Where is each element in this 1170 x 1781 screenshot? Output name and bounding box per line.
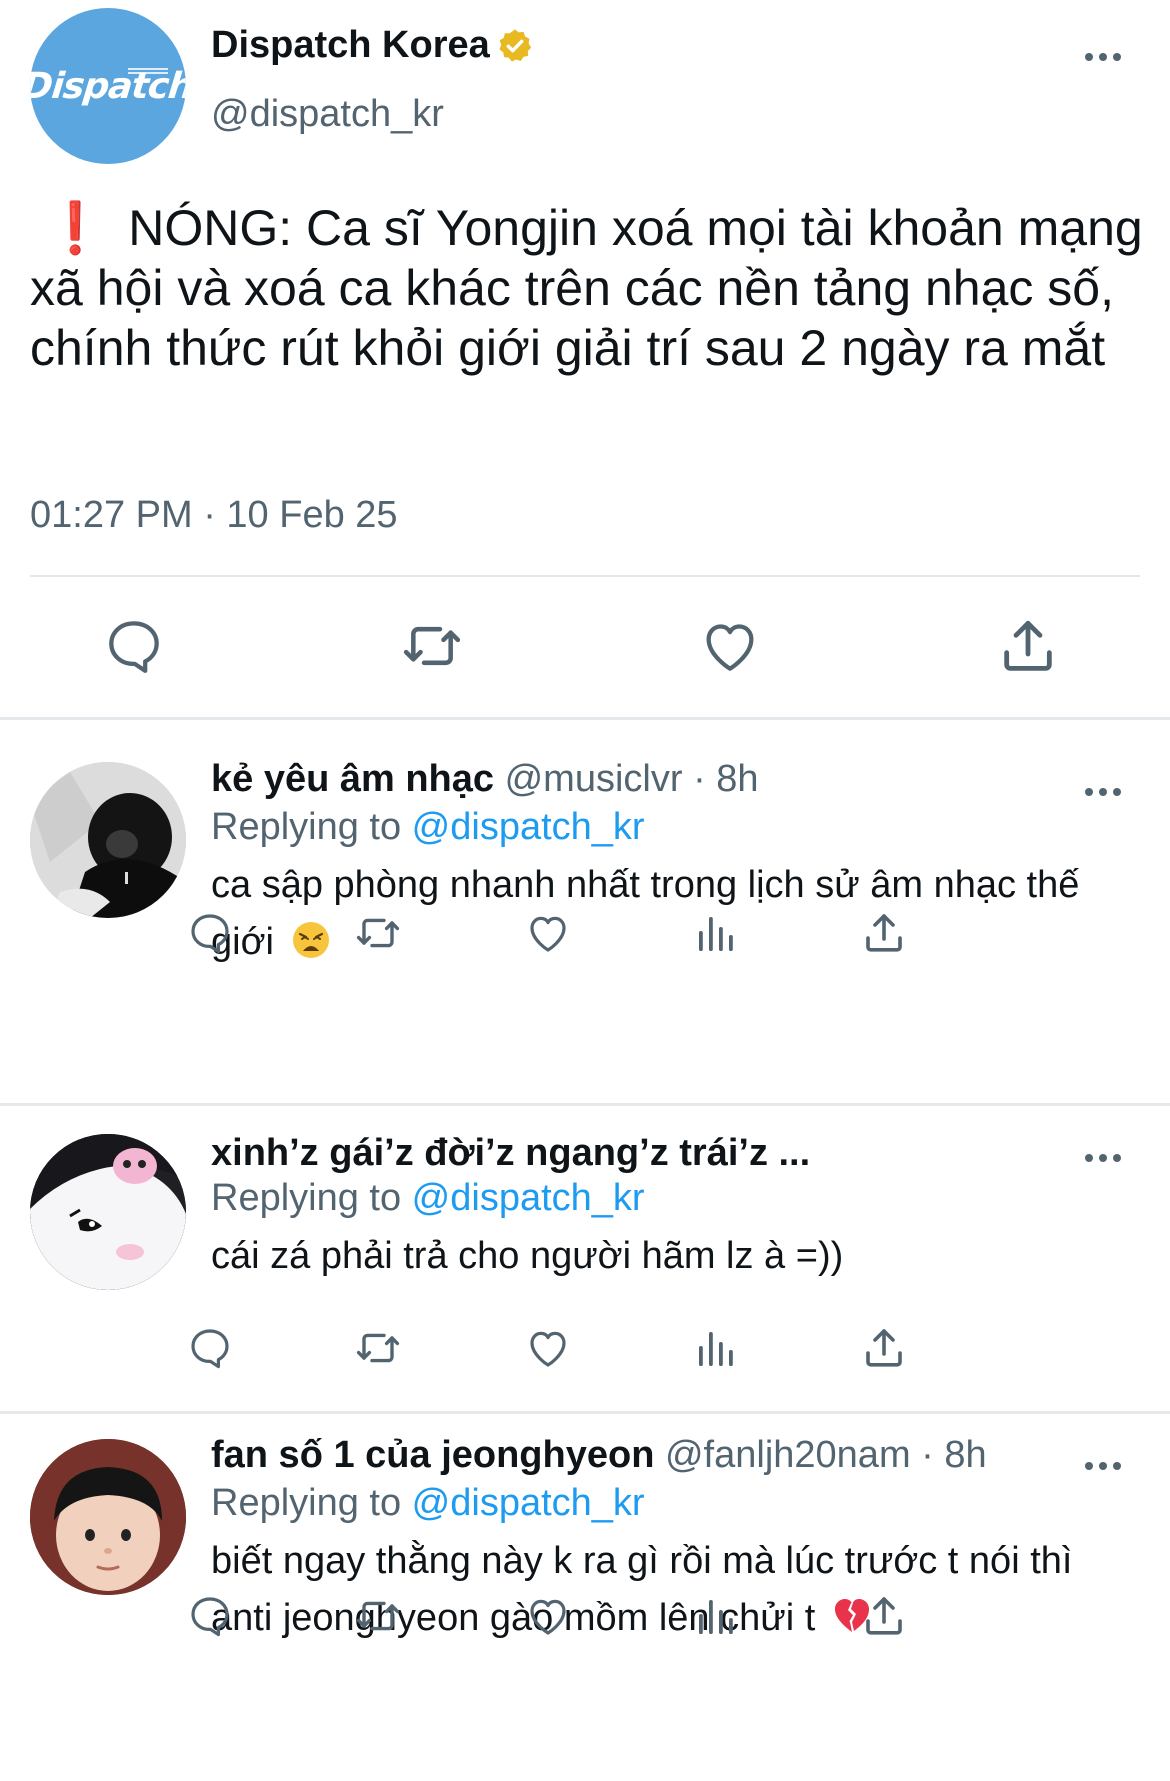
reply-header: kẻ yêu âm nhạc @musiclvr · 8h: [211, 758, 759, 801]
views-icon[interactable]: [692, 1592, 740, 1640]
avatar[interactable]: Dispatch: [30, 8, 186, 164]
replying-to: Replying to @dispatch_kr: [211, 1482, 645, 1525]
author-handle[interactable]: @dispatch_kr: [211, 93, 444, 136]
reply-text: cái zá phải trả cho người hãm lz à =)): [211, 1228, 1111, 1285]
verified-badge-icon: [499, 28, 531, 62]
share-icon[interactable]: [996, 614, 1060, 678]
share-icon[interactable]: [860, 1592, 908, 1640]
replying-to: Replying to @dispatch_kr: [211, 1177, 645, 1220]
reply-handle-time[interactable]: @fanljh20nam · 8h: [665, 1434, 987, 1476]
replying-label: Replying to: [211, 1177, 412, 1219]
reply-body: biết ngay thằng này k ra gì rồi mà lúc t…: [211, 1540, 1073, 1639]
tweet-body: NÓNG: Ca sĩ Yongjin xoá mọi tài khoản mạ…: [30, 200, 1143, 376]
avatar[interactable]: [30, 1134, 186, 1290]
mention-link[interactable]: @dispatch_kr: [412, 806, 645, 848]
weary-face-emoji: [292, 922, 329, 958]
more-options-icon[interactable]: [1085, 1154, 1125, 1164]
alert-icon: ❗: [44, 199, 107, 257]
share-icon[interactable]: [860, 909, 908, 957]
reply-tweet[interactable]: xinh’z gái’z đời’z ngang’z trái’z ... Re…: [0, 1106, 1170, 1408]
tweet-text: ❗ NÓNG: Ca sĩ Yongjin xoá mọi tài khoản m…: [30, 198, 1170, 378]
like-icon[interactable]: [698, 614, 762, 678]
more-options-icon[interactable]: [1085, 53, 1125, 63]
reply-header: fan số 1 của jeonghyeon @fanljh20nam · 8…: [211, 1434, 987, 1477]
more-options-icon[interactable]: [1085, 1462, 1125, 1472]
share-icon[interactable]: [860, 1324, 908, 1372]
avatar[interactable]: [30, 762, 186, 918]
views-icon[interactable]: [692, 909, 740, 957]
divider: [0, 717, 1170, 720]
replying-to: Replying to @dispatch_kr: [211, 806, 645, 849]
mention-link[interactable]: @dispatch_kr: [412, 1177, 645, 1219]
divider: [30, 575, 1140, 577]
reply-author-name[interactable]: kẻ yêu âm nhạc: [211, 758, 494, 800]
retweet-icon[interactable]: [354, 1592, 402, 1640]
more-options-icon[interactable]: [1085, 788, 1125, 798]
reply-text: ca sập phòng nhanh nhất trong lịch sử âm…: [211, 857, 1111, 971]
reply-author-name[interactable]: xinh’z gái’z đời’z ngang’z trái’z ...: [211, 1132, 810, 1174]
reply-icon[interactable]: [102, 614, 166, 678]
retweet-icon[interactable]: [400, 614, 464, 678]
like-icon[interactable]: [524, 1592, 572, 1640]
reply-body: ca sập phòng nhanh nhất trong lịch sử âm…: [211, 864, 1080, 963]
avatar-photo: [30, 1134, 186, 1290]
tweet-timestamp[interactable]: 01:27 PM · 10 Feb 25: [30, 494, 398, 537]
logo-accent: [128, 68, 168, 74]
avatar[interactable]: [30, 1439, 186, 1595]
reply-body: cái zá phải trả cho người hãm lz à =)): [211, 1235, 844, 1277]
avatar-photo: [30, 762, 186, 918]
mention-link[interactable]: @dispatch_kr: [412, 1482, 645, 1524]
reply-icon[interactable]: [186, 1324, 234, 1372]
author-name-row[interactable]: Dispatch Korea: [211, 24, 534, 67]
reply-tweet[interactable]: fan số 1 của jeonghyeon @fanljh20nam · 8…: [0, 1414, 1170, 1781]
retweet-icon[interactable]: [354, 909, 402, 957]
replying-label: Replying to: [211, 806, 412, 848]
retweet-icon[interactable]: [354, 1324, 402, 1372]
like-icon[interactable]: [524, 909, 572, 957]
main-tweet: Dispatch Dispatch Korea @dispatch_kr ❗ NÓ…: [0, 0, 1170, 722]
reply-author-name[interactable]: fan số 1 của jeonghyeon: [211, 1434, 654, 1476]
like-icon[interactable]: [524, 1324, 572, 1372]
author-name[interactable]: Dispatch Korea: [211, 24, 490, 67]
reply-header: xinh’z gái’z đời’z ngang’z trái’z ...: [211, 1132, 810, 1175]
reply-tweet[interactable]: kẻ yêu âm nhạc @musiclvr · 8h Replying t…: [0, 722, 1170, 1105]
replying-label: Replying to: [211, 1482, 412, 1524]
reply-icon[interactable]: [186, 1592, 234, 1640]
views-icon[interactable]: [692, 1324, 740, 1372]
reply-text: biết ngay thằng này k ra gì rồi mà lúc t…: [211, 1533, 1111, 1647]
reply-handle-time[interactable]: @musiclvr · 8h: [505, 758, 759, 800]
avatar-photo: [30, 1439, 186, 1595]
reply-icon[interactable]: [186, 909, 234, 957]
